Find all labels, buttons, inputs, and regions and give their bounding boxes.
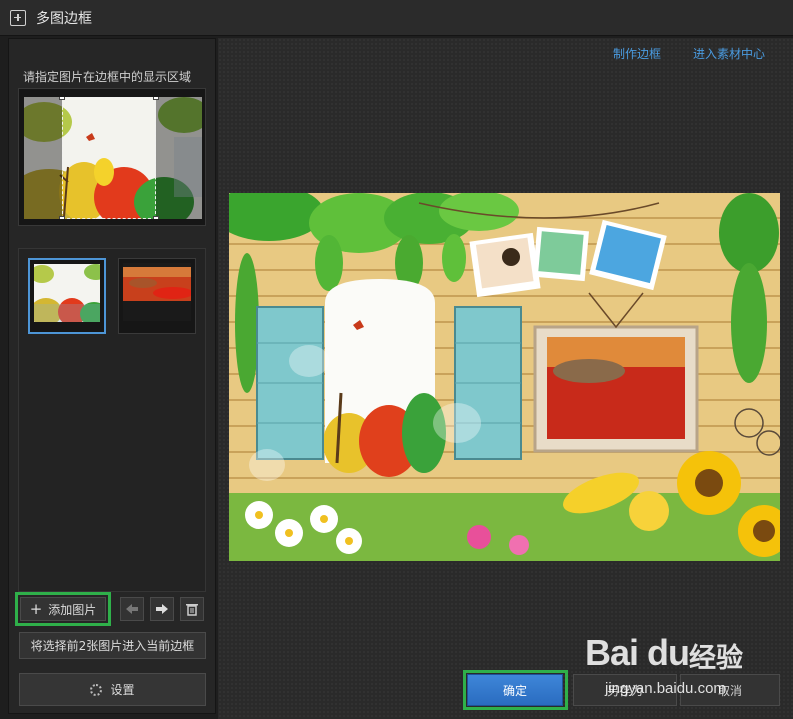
crop-selection[interactable] <box>59 97 159 219</box>
plus-icon: + <box>29 599 43 618</box>
thumbnail-item[interactable] <box>28 258 106 334</box>
make-frame-link[interactable]: 制作边框 <box>613 45 661 62</box>
delete-button[interactable] <box>180 597 204 621</box>
material-center-link[interactable]: 进入素材中心 <box>693 45 765 62</box>
watermark-logo: Bai du <box>585 632 690 673</box>
settings-button[interactable]: 设置 <box>19 673 206 706</box>
crop-mask-right <box>156 97 202 219</box>
gear-icon <box>90 683 103 696</box>
add-image-button[interactable]: + 添加图片 <box>20 597 106 621</box>
crop-handle-br[interactable] <box>153 216 159 219</box>
move-right-button[interactable] <box>150 597 174 621</box>
watermark-brand: 经验 <box>689 643 743 673</box>
baidu-watermark: Bai du 经验 jingyan.baidu.com <box>585 628 790 708</box>
crop-handle-bl[interactable] <box>59 216 65 219</box>
watermark-url: jingyan.baidu.com <box>605 680 726 697</box>
add-image-label: 添加图片 <box>48 602 97 617</box>
autumn-thumbnail-image <box>34 264 100 322</box>
arrow-left-icon <box>126 604 138 614</box>
apply-to-frame-button[interactable]: 将选择前2张图片进入当前边框 <box>19 632 206 659</box>
trash-icon <box>186 603 198 616</box>
display-area-hint: 请指定图片在边框中的显示区域 <box>23 70 192 84</box>
flower-field-thumbnail-image <box>123 263 191 321</box>
title-bar: 多图边框 <box>0 0 793 36</box>
frame-preview-image <box>229 193 780 561</box>
arrow-right-icon <box>156 604 168 614</box>
window-title: 多图边框 <box>36 10 92 27</box>
thumbnail-list <box>18 248 206 592</box>
crop-preview[interactable] <box>18 88 206 226</box>
ok-button[interactable]: 确定 <box>467 674 563 706</box>
settings-label: 设置 <box>110 683 135 697</box>
crop-handle-tl[interactable] <box>59 97 65 100</box>
frame-icon <box>10 9 26 26</box>
preview-panel: 制作边框 进入素材中心 确定 另存为 取消 <box>218 38 793 719</box>
frame-composition <box>229 193 780 561</box>
crop-source-image <box>24 97 202 219</box>
move-left-button[interactable] <box>120 597 144 621</box>
crop-handle-tr[interactable] <box>153 97 159 100</box>
thumbnail-item[interactable] <box>118 258 196 334</box>
crop-mask-left <box>24 97 62 219</box>
